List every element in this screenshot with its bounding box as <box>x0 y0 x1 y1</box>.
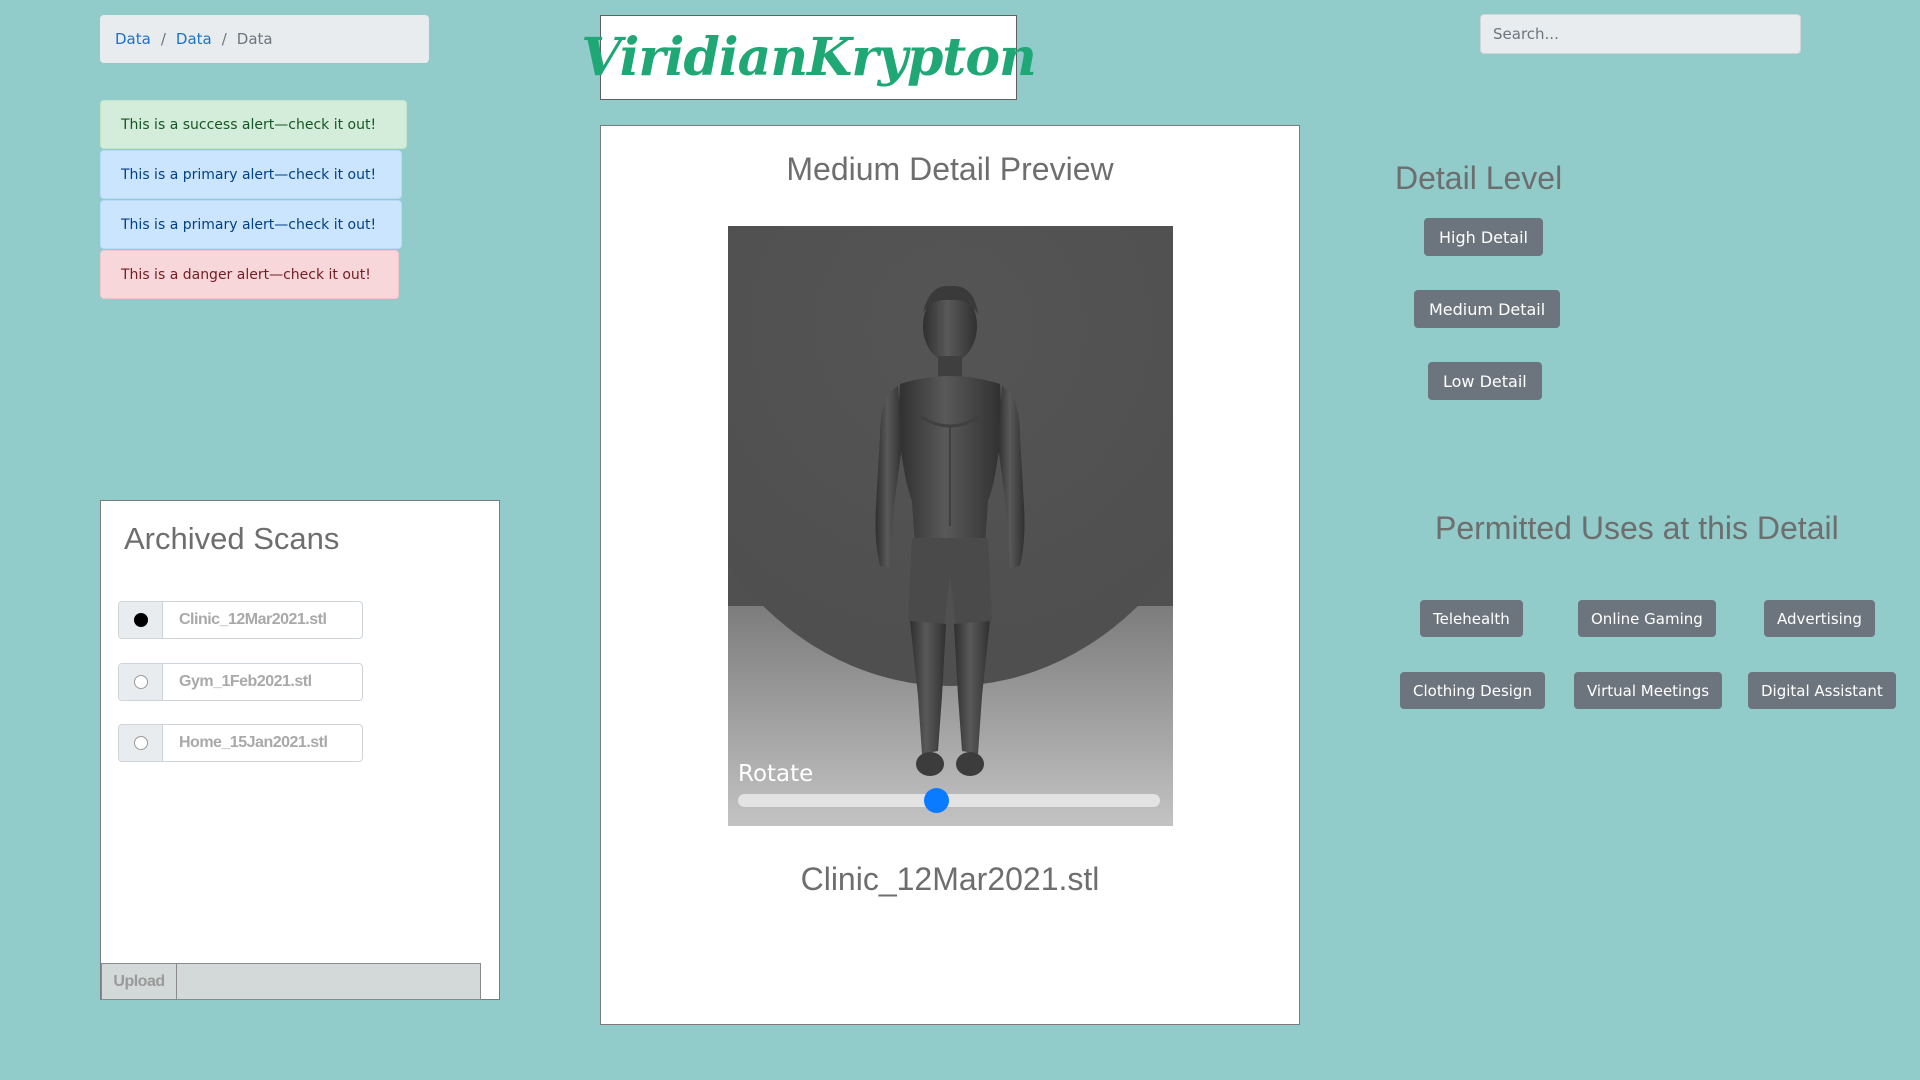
radio-button[interactable] <box>133 613 148 627</box>
scan-option[interactable]: Clinic_12Mar2021.stl <box>118 601 363 639</box>
logo: ViridianKrypton <box>581 15 1037 100</box>
scan-name: Home_15Jan2021.stl <box>179 734 328 751</box>
preview-filename: Clinic_12Mar2021.stl <box>800 861 1100 897</box>
search-input[interactable] <box>1480 14 1801 54</box>
radio-button[interactable] <box>133 675 148 689</box>
preview-panel: Medium Detail Preview Rotate Clinic_12Ma… <box>600 125 1300 1025</box>
alert-text: This is a primary alert—check it out! <box>121 166 377 183</box>
rotate-label: Rotate <box>738 761 814 787</box>
scan-name: Clinic_12Mar2021.stl <box>179 611 327 628</box>
use-advertising-button[interactable]: Advertising <box>1764 600 1875 637</box>
preview-title: Medium Detail Preview <box>786 151 1114 187</box>
alert-danger: This is a danger alert—check it out! <box>100 250 399 299</box>
radio-wrapper <box>119 602 163 638</box>
radio-wrapper <box>119 725 163 761</box>
alert-text: This is a success alert—check it out! <box>121 116 377 133</box>
upload-button[interactable]: Upload <box>101 963 177 1000</box>
body-scan-model-icon <box>875 285 1025 776</box>
model-viewer[interactable]: Rotate <box>728 226 1173 826</box>
radio-wrapper <box>119 664 163 700</box>
alert-text: This is a primary alert—check it out! <box>121 216 377 233</box>
radio-button[interactable] <box>133 736 148 750</box>
alert-text: This is a danger alert—check it out! <box>121 266 371 283</box>
alert-success: This is a success alert—check it out! <box>100 100 407 149</box>
breadcrumb-current: Data <box>236 30 273 48</box>
use-telehealth-button[interactable]: Telehealth <box>1420 600 1523 637</box>
upload-file-field[interactable] <box>177 963 481 1000</box>
scan-name: Gym_1Feb2021.stl <box>179 673 312 690</box>
breadcrumb-separator: / <box>160 30 166 48</box>
breadcrumb-link[interactable]: Data <box>115 30 151 48</box>
low-detail-button[interactable]: Low Detail <box>1428 362 1542 400</box>
scan-option[interactable]: Gym_1Feb2021.stl <box>118 663 363 701</box>
high-detail-button[interactable]: High Detail <box>1424 218 1543 256</box>
medium-detail-button[interactable]: Medium Detail <box>1414 290 1561 328</box>
alert-primary: This is a primary alert—check it out! <box>100 200 402 249</box>
use-online-gaming-button[interactable]: Online Gaming <box>1578 600 1716 637</box>
scan-option[interactable]: Home_15Jan2021.stl <box>118 724 363 762</box>
permitted-uses-title: Permitted Uses at this Detail <box>1435 510 1839 546</box>
detail-level-title: Detail Level <box>1395 160 1563 196</box>
breadcrumb-link[interactable]: Data <box>176 30 212 48</box>
use-digital-assistant-button[interactable]: Digital Assistant <box>1748 672 1896 709</box>
breadcrumb-separator: / <box>221 30 227 48</box>
upload-row: Upload <box>101 963 481 1000</box>
archived-scans-title: Archived Scans <box>124 521 340 556</box>
logo-text: ViridianKrypton <box>581 26 1037 88</box>
use-virtual-meetings-button[interactable]: Virtual Meetings <box>1574 672 1723 709</box>
archived-scans-panel: Archived Scans Clinic_12Mar2021.stl Gym_… <box>100 500 500 1000</box>
breadcrumb: Data / Data / Data <box>100 15 429 63</box>
alert-primary: This is a primary alert—check it out! <box>100 150 402 199</box>
use-clothing-design-button[interactable]: Clothing Design <box>1400 672 1545 709</box>
